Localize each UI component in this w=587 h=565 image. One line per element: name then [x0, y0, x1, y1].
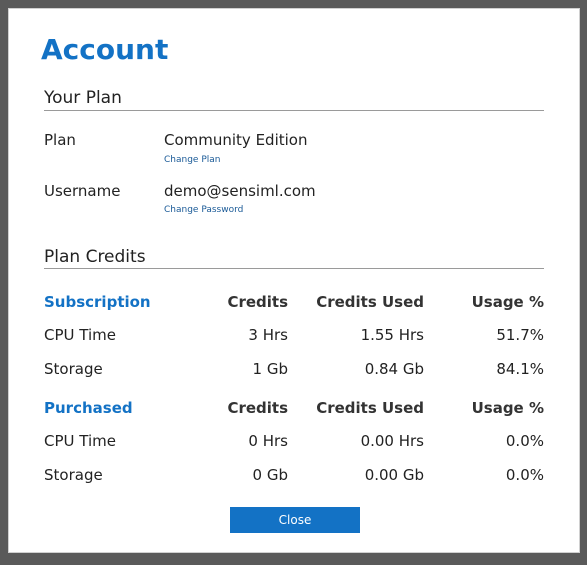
- usage-percent-value: 84.1%: [496, 360, 544, 378]
- credits-used-value: 1.55 Hrs: [360, 326, 424, 344]
- resource-name: CPU Time: [44, 326, 116, 344]
- close-button[interactable]: Close: [230, 507, 360, 533]
- credits-value: 0 Hrs: [248, 432, 288, 450]
- credits-value: 3 Hrs: [248, 326, 288, 344]
- plan-value: Community Edition: [164, 131, 308, 149]
- plan-label: Plan: [44, 131, 76, 149]
- credits-column-header: Credits: [227, 399, 288, 417]
- credits-value: 1 Gb: [252, 360, 288, 378]
- username-value: demo@sensiml.com: [164, 182, 316, 200]
- table-row: CPU Time 3 Hrs 1.55 Hrs 51.7%: [44, 326, 544, 346]
- usage-percent-value: 51.7%: [496, 326, 544, 344]
- subscription-section-label: Subscription: [44, 293, 151, 311]
- change-password-link[interactable]: Change Password: [164, 205, 243, 215]
- purchased-header-row: Purchased Credits Credits Used Usage %: [44, 399, 544, 419]
- credits-used-value: 0.00 Gb: [364, 466, 424, 484]
- resource-name: CPU Time: [44, 432, 116, 450]
- credits-column-header: Credits: [227, 293, 288, 311]
- your-plan-heading: Your Plan: [44, 88, 122, 108]
- credits-value: 0 Gb: [252, 466, 288, 484]
- username-label: Username: [44, 182, 121, 200]
- usage-percent-value: 0.0%: [505, 432, 544, 450]
- purchased-section-label: Purchased: [44, 399, 133, 417]
- credits-used-column-header: Credits Used: [316, 293, 424, 311]
- usage-percent-column-header: Usage %: [471, 399, 544, 417]
- usage-percent-column-header: Usage %: [471, 293, 544, 311]
- credits-used-value: 0.84 Gb: [364, 360, 424, 378]
- plan-credits-heading: Plan Credits: [44, 247, 146, 267]
- subscription-header-row: Subscription Credits Credits Used Usage …: [44, 293, 544, 313]
- usage-percent-value: 0.0%: [505, 466, 544, 484]
- account-dialog: Account Your Plan Plan Community Edition…: [8, 8, 580, 553]
- plan-credits-divider: [44, 268, 544, 269]
- resource-name: Storage: [44, 466, 103, 484]
- table-row: Storage 1 Gb 0.84 Gb 84.1%: [44, 360, 544, 380]
- credits-used-value: 0.00 Hrs: [360, 432, 424, 450]
- table-row: CPU Time 0 Hrs 0.00 Hrs 0.0%: [44, 432, 544, 452]
- table-row: Storage 0 Gb 0.00 Gb 0.0%: [44, 466, 544, 486]
- your-plan-divider: [44, 110, 544, 111]
- resource-name: Storage: [44, 360, 103, 378]
- credits-used-column-header: Credits Used: [316, 399, 424, 417]
- dialog-title: Account: [41, 33, 169, 66]
- change-plan-link[interactable]: Change Plan: [164, 155, 220, 165]
